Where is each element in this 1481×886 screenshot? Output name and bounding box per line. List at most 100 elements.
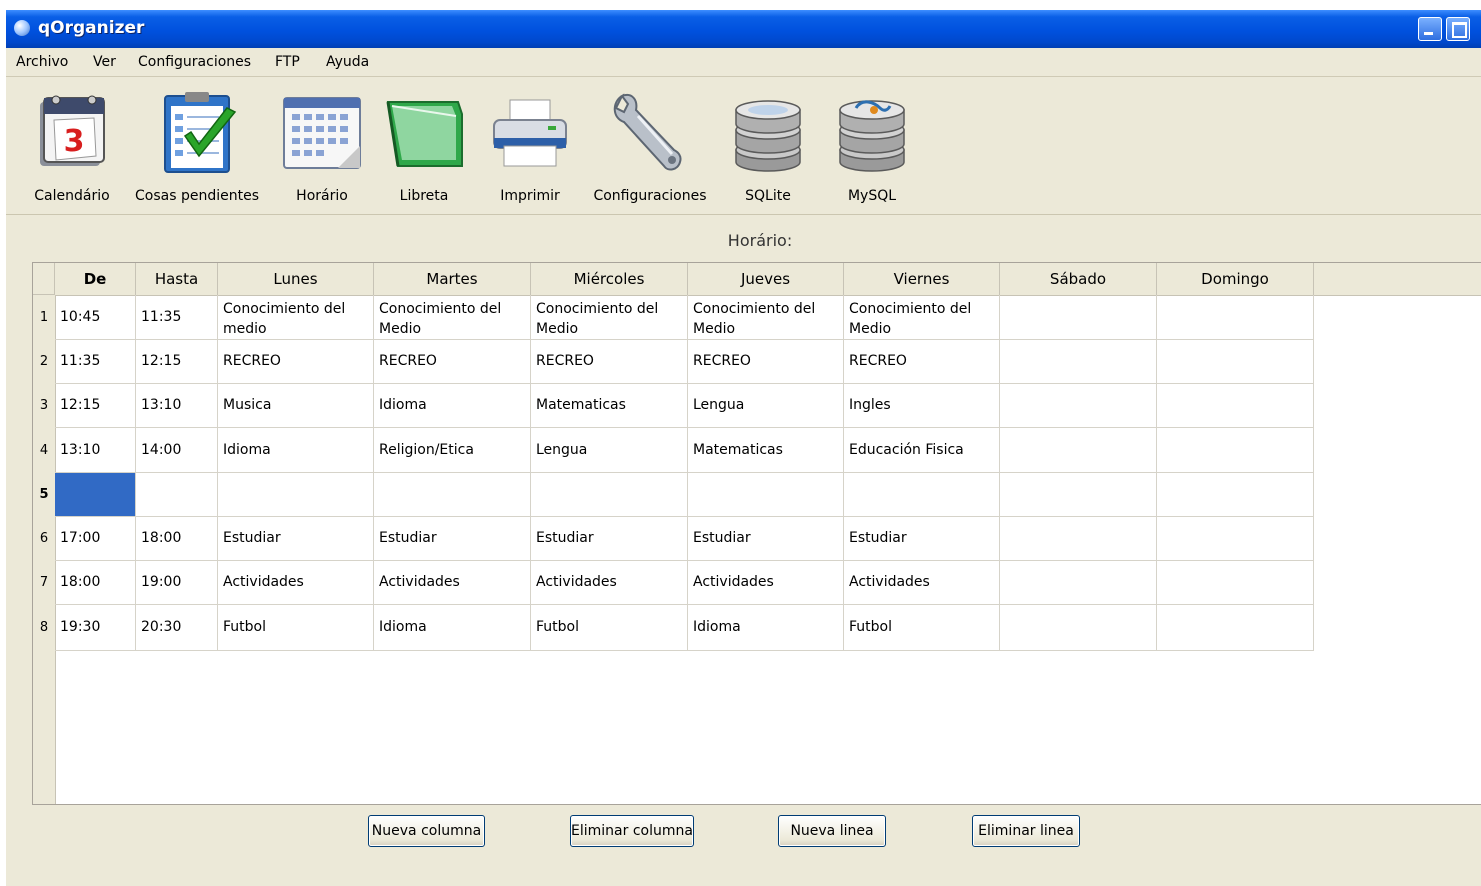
col-header-lunes[interactable]: Lunes: [218, 263, 374, 295]
table-cell[interactable]: [1157, 295, 1314, 340]
table-cell[interactable]: Actividades: [374, 561, 531, 605]
table-cell[interactable]: 19:30: [55, 605, 136, 651]
table-cell[interactable]: Matematicas: [688, 428, 844, 473]
menu-ftp[interactable]: FTP: [275, 54, 300, 70]
table-cell[interactable]: 18:00: [55, 561, 136, 605]
table-cell[interactable]: 13:10: [55, 428, 136, 473]
table-cell[interactable]: [218, 473, 374, 517]
minimize-button[interactable]: [1418, 17, 1442, 41]
table-cell[interactable]: Conocimiento del medio: [218, 295, 374, 340]
toolbar-notebook-button[interactable]: Libreta: [376, 82, 472, 214]
menu-ver[interactable]: Ver: [93, 54, 116, 70]
table-cell[interactable]: [1000, 295, 1157, 340]
table-cell[interactable]: Conocimiento del Medio: [844, 295, 1000, 340]
table-cell[interactable]: [136, 473, 218, 517]
table-cell[interactable]: RECREO: [374, 340, 531, 384]
table-cell[interactable]: [1000, 384, 1157, 428]
table-cell[interactable]: Futbol: [844, 605, 1000, 651]
row-header[interactable]: 8: [33, 605, 55, 651]
table-cell[interactable]: Conocimiento del Medio: [688, 295, 844, 340]
table-cell[interactable]: RECREO: [218, 340, 374, 384]
toolbar-sqlite-button[interactable]: SQLite: [722, 82, 814, 214]
table-cell[interactable]: Conocimiento del Medio: [374, 295, 531, 340]
toolbar-calendar-button[interactable]: 3 Calendário: [24, 82, 120, 214]
toolbar-mysql-button[interactable]: MySQL: [826, 82, 918, 214]
table-cell[interactable]: Lengua: [688, 384, 844, 428]
table-cell[interactable]: [531, 473, 688, 517]
table-cell[interactable]: Actividades: [531, 561, 688, 605]
table-cell[interactable]: [1157, 340, 1314, 384]
toolbar-print-button[interactable]: Imprimir: [482, 82, 578, 214]
table-cell[interactable]: Actividades: [844, 561, 1000, 605]
table-cell[interactable]: Estudiar: [688, 517, 844, 561]
table-cell[interactable]: Idioma: [374, 605, 531, 651]
table-cell[interactable]: Estudiar: [374, 517, 531, 561]
new-column-button[interactable]: Nueva columna: [368, 815, 485, 847]
table-cell[interactable]: [1000, 605, 1157, 651]
table-cell[interactable]: 17:00: [55, 517, 136, 561]
table-cell[interactable]: 12:15: [136, 340, 218, 384]
table-cell[interactable]: Estudiar: [531, 517, 688, 561]
table-cell[interactable]: Idioma: [688, 605, 844, 651]
table-cell[interactable]: Educación Fisica: [844, 428, 1000, 473]
table-cell[interactable]: [1000, 340, 1157, 384]
table-cell[interactable]: Ingles: [844, 384, 1000, 428]
table-cell[interactable]: Lengua: [531, 428, 688, 473]
new-row-button[interactable]: Nueva linea: [778, 815, 886, 847]
delete-row-button[interactable]: Eliminar linea: [972, 815, 1080, 847]
title-bar[interactable]: qOrganizer: [6, 10, 1481, 48]
col-header-viernes[interactable]: Viernes: [844, 263, 1000, 295]
menu-ayuda[interactable]: Ayuda: [326, 54, 369, 70]
col-header-sabado[interactable]: Sábado: [1000, 263, 1157, 295]
table-cell[interactable]: RECREO: [844, 340, 1000, 384]
table-cell[interactable]: [374, 473, 531, 517]
toolbar-settings-button[interactable]: Configuraciones: [588, 82, 712, 214]
table-cell[interactable]: 11:35: [136, 295, 218, 340]
table-cell[interactable]: 11:35: [55, 340, 136, 384]
col-header-jueves[interactable]: Jueves: [688, 263, 844, 295]
table-cell[interactable]: [844, 473, 1000, 517]
table-cell[interactable]: [1157, 561, 1314, 605]
row-header[interactable]: 5: [33, 473, 55, 517]
row-header[interactable]: 2: [33, 340, 55, 384]
row-header[interactable]: 7: [33, 561, 55, 605]
col-header-domingo[interactable]: Domingo: [1157, 263, 1314, 295]
maximize-button[interactable]: [1446, 17, 1470, 41]
toolbar-timetable-button[interactable]: Horário: [274, 82, 370, 214]
timetable-grid[interactable]: De Hasta Lunes Martes Miércoles Jueves Viernes…: [32, 262, 1481, 805]
table-cell[interactable]: 13:10: [136, 384, 218, 428]
table-cell[interactable]: 14:00: [136, 428, 218, 473]
table-cell[interactable]: Futbol: [218, 605, 374, 651]
col-header-hasta[interactable]: Hasta: [136, 263, 218, 295]
table-cell[interactable]: 18:00: [136, 517, 218, 561]
table-cell[interactable]: 10:45: [55, 295, 136, 340]
table-cell[interactable]: [1157, 605, 1314, 651]
menu-archivo[interactable]: Archivo: [16, 54, 68, 70]
table-cell[interactable]: Idioma: [218, 428, 374, 473]
table-cell[interactable]: Idioma: [374, 384, 531, 428]
table-cell[interactable]: [1157, 517, 1314, 561]
col-header-martes[interactable]: Martes: [374, 263, 531, 295]
table-cell[interactable]: 19:00: [136, 561, 218, 605]
table-cell[interactable]: Matematicas: [531, 384, 688, 428]
table-cell[interactable]: Musica: [218, 384, 374, 428]
table-cell[interactable]: [688, 473, 844, 517]
table-cell[interactable]: Estudiar: [218, 517, 374, 561]
table-cell[interactable]: [1157, 428, 1314, 473]
toolbar-todo-button[interactable]: Cosas pendientes: [132, 82, 262, 214]
table-cell[interactable]: [1000, 473, 1157, 517]
table-cell[interactable]: RECREO: [688, 340, 844, 384]
col-header-de[interactable]: De: [55, 263, 136, 295]
table-cell[interactable]: [1000, 561, 1157, 605]
table-cell[interactable]: Estudiar: [844, 517, 1000, 561]
table-cell[interactable]: [55, 473, 136, 517]
table-cell[interactable]: Conocimiento del Medio: [531, 295, 688, 340]
table-cell[interactable]: [1000, 428, 1157, 473]
menu-configuraciones[interactable]: Configuraciones: [138, 54, 251, 70]
table-cell[interactable]: Actividades: [688, 561, 844, 605]
table-cell[interactable]: [1157, 473, 1314, 517]
row-header[interactable]: 1: [33, 295, 55, 340]
table-cell[interactable]: Religion/Etica: [374, 428, 531, 473]
table-cell[interactable]: Actividades: [218, 561, 374, 605]
table-cell[interactable]: [1000, 517, 1157, 561]
